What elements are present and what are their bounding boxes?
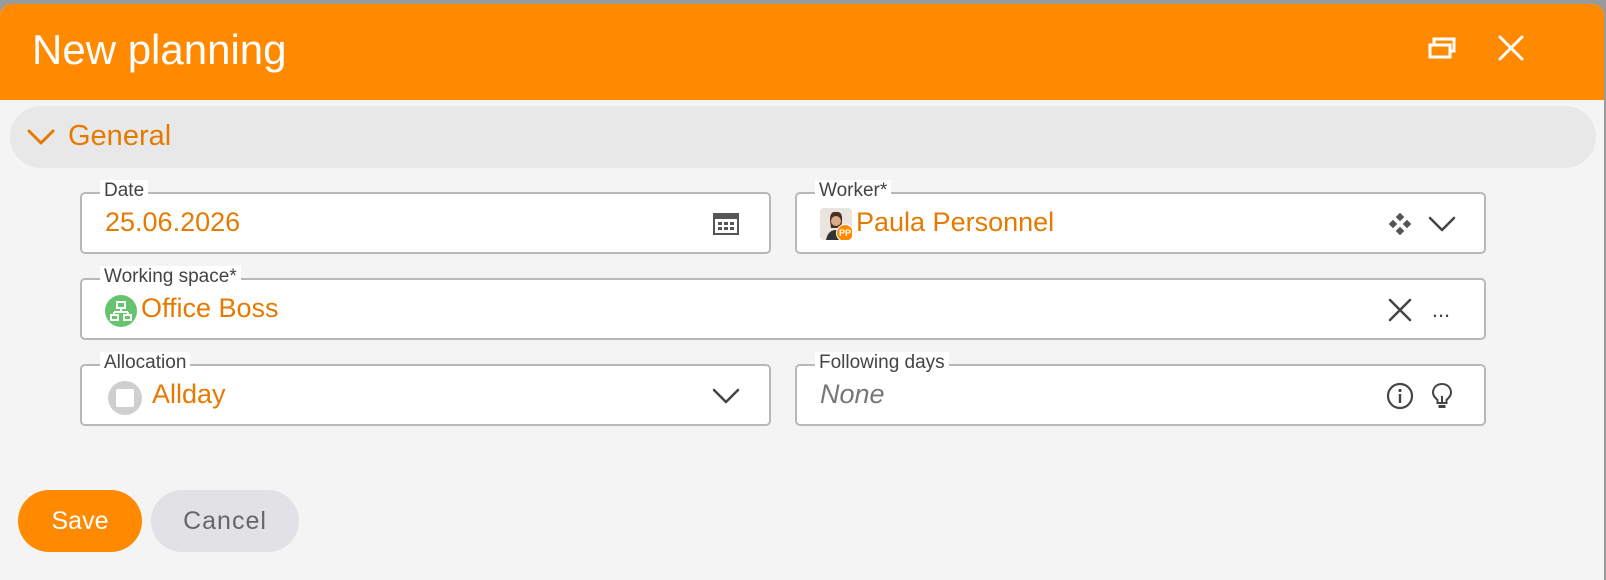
allocation-value[interactable]: Allday <box>152 379 226 410</box>
clear-icon[interactable] <box>1382 292 1418 328</box>
restore-window-button[interactable] <box>1420 28 1464 72</box>
save-button[interactable]: Save <box>18 490 142 552</box>
lightbulb-icon[interactable] <box>1424 378 1460 414</box>
worker-field[interactable]: Worker* PP Paula Personnel <box>795 180 1486 254</box>
date-label: Date <box>100 180 149 202</box>
allocation-field[interactable]: Allocation Allday <box>80 352 771 426</box>
drag-handle-icon[interactable] <box>1382 206 1418 242</box>
following-days-field[interactable]: Following days None <box>795 352 1486 426</box>
working-space-value[interactable]: Office Boss <box>141 293 279 324</box>
worker-avatar: PP <box>820 208 852 240</box>
calendar-icon[interactable] <box>708 205 744 241</box>
date-value[interactable]: 25.06.2026 <box>105 207 240 238</box>
allday-icon <box>107 380 143 421</box>
dialog-title: New planning <box>32 26 287 73</box>
chevron-down-icon[interactable] <box>708 378 744 414</box>
cancel-button[interactable]: Cancel <box>151 490 299 552</box>
following-days-value[interactable]: None <box>820 379 885 410</box>
new-planning-dialog: New planning General Date 25.06.2026 Wor… <box>0 4 1604 580</box>
restore-window-icon <box>1428 37 1456 64</box>
chevron-down-icon <box>26 124 56 155</box>
chevron-down-icon[interactable] <box>1424 206 1460 242</box>
following-days-label: Following days <box>815 352 949 374</box>
more-icon[interactable]: ... <box>1423 292 1459 328</box>
workspace-icon <box>105 295 137 332</box>
working-space-label: Working space* <box>100 266 241 288</box>
section-general-header[interactable]: General <box>10 106 1596 168</box>
allocation-label: Allocation <box>100 352 191 374</box>
date-field[interactable]: Date 25.06.2026 <box>80 180 771 254</box>
worker-avatar-initials: PP <box>836 224 852 240</box>
info-icon[interactable] <box>1382 378 1418 414</box>
working-space-field[interactable]: Working space* Office Boss ... <box>80 266 1486 340</box>
worker-value[interactable]: Paula Personnel <box>856 207 1054 238</box>
close-button[interactable] <box>1489 28 1533 72</box>
section-general-label: General <box>68 120 172 152</box>
dialog-header: New planning <box>0 4 1604 100</box>
worker-label: Worker* <box>815 180 892 202</box>
close-icon <box>1498 35 1524 66</box>
